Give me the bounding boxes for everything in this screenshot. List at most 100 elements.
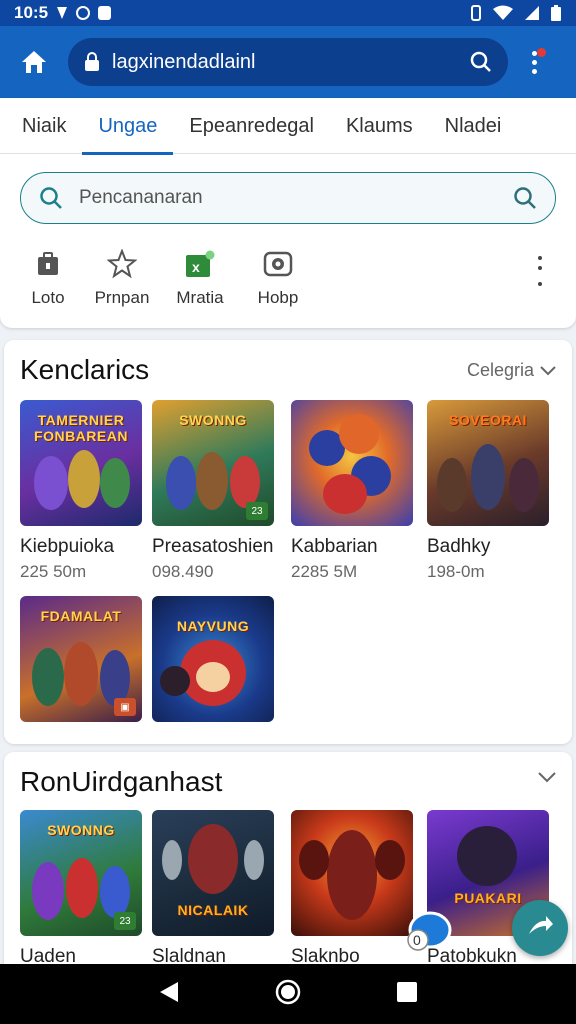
game-card[interactable]: Slaknbo	[291, 810, 413, 968]
system-nav-bar	[0, 964, 576, 1024]
home-circle-icon	[275, 979, 301, 1004]
game-thumbnail: SWONNG 23	[152, 400, 274, 526]
category-label: Prnpan	[94, 288, 150, 307]
game-card[interactable]: NAYVUNG	[152, 596, 274, 732]
bag-icon	[32, 248, 64, 280]
game-thumbnail: NICALAIK	[152, 810, 274, 936]
tab-4[interactable]: Klaums	[330, 98, 429, 154]
thumbnail-title-art: SWONNG	[179, 412, 247, 428]
overflow-menu-button[interactable]	[522, 42, 546, 82]
spreadsheet-icon: x	[184, 248, 216, 280]
game-thumbnail: SOVEORAI	[427, 400, 549, 526]
tab-3[interactable]: Epeanredegal	[173, 98, 330, 154]
status-bar: 10:5	[0, 0, 576, 26]
game-thumbnail: NAYVUNG	[152, 596, 274, 722]
more-categories-button[interactable]	[528, 256, 552, 304]
game-thumbnail: SWONNG 23	[20, 810, 142, 936]
more-vert-icon	[538, 256, 542, 260]
thumbnail-title-art: SOVEORAI	[449, 412, 527, 428]
star-icon	[106, 248, 138, 280]
lock-icon	[85, 52, 99, 71]
thumbnail-title-art: NAYVUNG	[176, 618, 250, 634]
tab-5[interactable]: Nladei	[429, 98, 518, 154]
game-name: Preasatoshien	[152, 536, 274, 557]
more-vert-icon	[531, 50, 537, 56]
chat-icon: 0	[407, 911, 452, 951]
game-thumbnail: FDAMALAT ▣	[20, 596, 142, 722]
search-submit-icon[interactable]	[513, 186, 537, 210]
category-3[interactable]: x Mratia	[160, 248, 240, 308]
url-bar[interactable]: lagxinendadlainl	[68, 38, 508, 86]
location-icon	[57, 7, 68, 19]
game-name: Badhky	[427, 536, 491, 557]
send-icon	[529, 916, 553, 934]
game-card[interactable]: SWONNG 23 Uaden	[20, 810, 142, 968]
notification-icon	[98, 6, 112, 20]
tab-bar: Niaik Ungae Epeanredegal Klaums Nladei	[0, 98, 576, 155]
home-button[interactable]	[14, 42, 54, 82]
home-icon	[22, 51, 46, 73]
category-1[interactable]: Loto	[8, 248, 88, 308]
svg-text:x: x	[192, 259, 200, 275]
signal-icon	[525, 6, 539, 20]
thumbnail-title-art: SWONNG	[47, 822, 115, 838]
thumbnail-title-art: FDAMALAT	[40, 608, 122, 624]
section-title: Kenclarics	[20, 354, 150, 385]
game-card[interactable]: SWONNG 23 Preasatoshien 098.490	[152, 400, 274, 582]
thumbnail-title-art: TAMERNIER FONBAREAN	[34, 412, 128, 444]
category-filter-dropdown[interactable]: Celegria	[467, 360, 556, 381]
share-fab[interactable]	[512, 900, 568, 956]
search-icon	[40, 187, 62, 209]
tab-2[interactable]: Ungae	[82, 98, 174, 155]
game-card[interactable]: FDAMALAT ▣	[20, 596, 142, 732]
app-bar: lagxinendadlainl	[0, 26, 576, 98]
badge-icon: 23	[246, 502, 268, 520]
badge-icon: ▣	[114, 698, 136, 716]
section-featured: Kenclarics Celegria TAMERNIER FONBAREAN …	[4, 340, 572, 744]
section-title: RonUirdganhast	[20, 766, 223, 797]
status-time: 10:5	[14, 3, 49, 22]
category-row: Loto Prnpan x Mratia Hobp	[0, 248, 576, 318]
category-label: Loto	[31, 288, 65, 307]
category-2[interactable]: Prnpan	[82, 248, 162, 308]
sync-icon	[76, 6, 91, 20]
recents-button[interactable]	[396, 981, 418, 1008]
game-card[interactable]: NICALAIK Slaldnan	[152, 810, 274, 968]
vibrate-icon	[471, 5, 481, 21]
game-name: Kabbarian	[291, 536, 378, 557]
filter-label: Celegria	[466, 360, 534, 380]
thumbnail-title-art: NICALAIK	[177, 902, 249, 918]
chat-bubble-button[interactable]: 0	[404, 910, 454, 954]
top-card: Niaik Ungae Epeanredegal Klaums Nladei L…	[0, 98, 576, 328]
svg-text:0: 0	[413, 932, 421, 948]
url-text: lagxinendadlainl	[112, 50, 256, 73]
game-thumbnail	[291, 810, 413, 936]
game-size: 198-0m	[427, 562, 485, 581]
game-name: Kiebpuioka	[20, 536, 115, 557]
category-label: Hobp	[257, 288, 299, 307]
game-card[interactable]: TAMERNIER FONBAREAN Kiebpuioka 225 50m	[20, 400, 142, 582]
home-nav-button[interactable]	[275, 979, 301, 1010]
game-size: 098.490	[152, 562, 214, 581]
wifi-icon	[493, 5, 513, 20]
section-recommended: RonUirdganhast SWONNG 23 Uaden NICALAIK …	[4, 752, 572, 982]
badge-icon: 23	[114, 912, 136, 930]
category-label: Mratia	[176, 288, 224, 307]
game-size: 225 50m	[20, 562, 87, 581]
tab-1[interactable]: Niaik	[6, 98, 82, 154]
game-thumbnail: TAMERNIER FONBAREAN	[20, 400, 142, 526]
chevron-down-icon	[540, 365, 556, 375]
notification-badge	[537, 48, 546, 57]
recents-icon	[397, 981, 418, 1002]
game-size: 2285 5M	[291, 562, 358, 581]
search-icon[interactable]	[470, 51, 492, 73]
game-card[interactable]: Kabbarian 2285 5M	[291, 400, 413, 582]
game-card[interactable]: SOVEORAI Badhky 198-0m	[427, 400, 549, 582]
category-4[interactable]: Hobp	[238, 248, 318, 308]
camera-icon	[262, 248, 294, 280]
game-thumbnail	[291, 400, 413, 526]
search-input[interactable]	[79, 187, 513, 209]
chevron-down-icon	[538, 772, 556, 783]
back-button[interactable]	[158, 980, 180, 1009]
section-expand-button[interactable]	[538, 772, 556, 783]
